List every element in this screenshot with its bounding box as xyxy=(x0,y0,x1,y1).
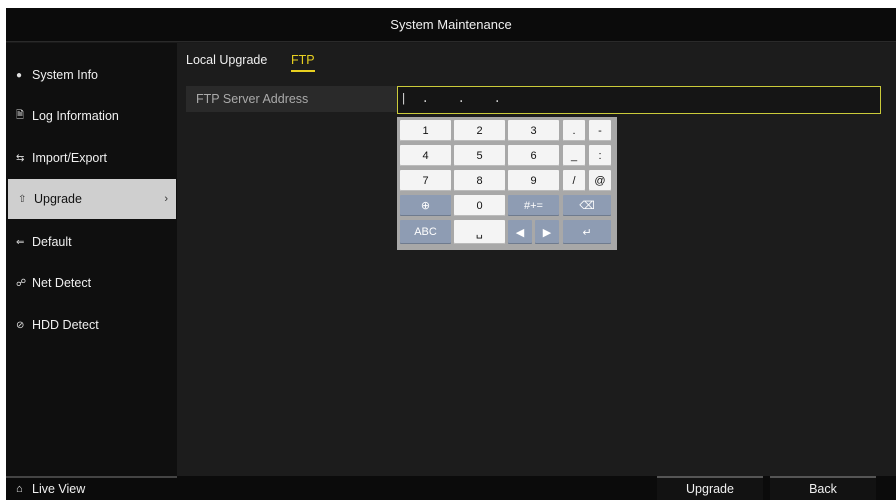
key-9[interactable]: 9 xyxy=(508,170,559,191)
key-abc[interactable]: ABC xyxy=(400,220,451,244)
enter-icon: ↵ xyxy=(582,226,592,239)
home-icon: ⌂ xyxy=(16,483,23,495)
sidebar-item-label: HDD Detect xyxy=(32,318,99,332)
globe-icon: ⊕ xyxy=(420,200,431,212)
key-4[interactable]: 4 xyxy=(400,145,451,166)
key-dot[interactable]: . xyxy=(563,120,585,141)
backspace-icon: ⌫ xyxy=(579,200,595,212)
ftp-server-address-label: FTP Server Address xyxy=(186,86,397,112)
sidebar-item-label: Upgrade xyxy=(34,192,82,206)
hdd-detect-icon: ⊘ xyxy=(16,319,25,331)
ftp-server-address-input[interactable]: | . . . xyxy=(397,86,881,114)
key-at[interactable]: @ xyxy=(589,170,611,191)
arrow-left-icon: ◀ xyxy=(515,226,525,239)
bottom-bar: ⌂ Live View Upgrade Back xyxy=(6,476,896,500)
arrow-right-icon: ▶ xyxy=(542,226,552,239)
key-7[interactable]: 7 xyxy=(400,170,451,191)
key-left[interactable]: ◀ xyxy=(508,220,532,244)
sidebar-item-system-info[interactable]: ● System Info xyxy=(6,55,177,95)
info-dot-icon: ● xyxy=(16,69,23,81)
key-5[interactable]: 5 xyxy=(454,145,505,166)
tab-ftp[interactable]: FTP xyxy=(291,53,315,72)
sidebar-item-upgrade[interactable]: ⇧ Upgrade › xyxy=(8,179,176,219)
key-underscore[interactable]: _ xyxy=(563,145,585,166)
sidebar-item-hdd-detect[interactable]: ⊘ HDD Detect xyxy=(6,305,177,345)
sidebar: ● System Info 🗎 Log Information ⇆ Import… xyxy=(6,43,177,476)
chevron-right-icon: › xyxy=(164,193,168,205)
key-space[interactable]: ␣ xyxy=(454,220,505,244)
onscreen-keypad: 1 2 3 . - 4 5 6 _ : 7 8 9 / @ ⊕ 0 #+= ⌫ xyxy=(397,117,617,250)
sidebar-item-import-export[interactable]: ⇆ Import/Export xyxy=(6,138,177,178)
key-6[interactable]: 6 xyxy=(508,145,559,166)
key-0[interactable]: 0 xyxy=(454,195,505,216)
tab-local-upgrade[interactable]: Local Upgrade xyxy=(186,53,267,70)
back-button[interactable]: Back xyxy=(770,476,876,500)
key-backspace[interactable]: ⌫ xyxy=(563,195,611,216)
live-view-button[interactable]: ⌂ Live View xyxy=(6,476,177,500)
upgrade-icon: ⇧ xyxy=(18,193,27,205)
live-view-label: Live View xyxy=(32,482,86,496)
key-3[interactable]: 3 xyxy=(508,120,559,141)
key-enter[interactable]: ↵ xyxy=(563,220,611,244)
upgrade-button[interactable]: Upgrade xyxy=(657,476,763,500)
key-symbols[interactable]: #+= xyxy=(508,195,559,216)
log-icon: 🗎 xyxy=(16,109,25,121)
key-8[interactable]: 8 xyxy=(454,170,505,191)
import-export-icon: ⇆ xyxy=(16,152,25,164)
window-title: System Maintenance xyxy=(390,17,512,32)
sidebar-item-label: System Info xyxy=(32,68,98,82)
key-dash[interactable]: - xyxy=(589,120,611,141)
sidebar-item-net-detect[interactable]: ☍ Net Detect xyxy=(6,263,177,303)
sidebar-item-label: Default xyxy=(32,235,72,249)
key-slash[interactable]: / xyxy=(563,170,585,191)
key-globe[interactable]: ⊕ xyxy=(400,195,451,216)
sidebar-item-default[interactable]: ⇐ Default xyxy=(6,222,177,262)
space-icon: ␣ xyxy=(476,226,483,239)
sidebar-item-label: Log Information xyxy=(32,109,119,123)
key-right[interactable]: ▶ xyxy=(535,220,559,244)
title-bar: System Maintenance xyxy=(6,8,896,42)
app-window: System Maintenance ● System Info 🗎 Log I… xyxy=(6,8,896,500)
net-detect-icon: ☍ xyxy=(16,277,27,289)
key-colon[interactable]: : xyxy=(589,145,611,166)
key-1[interactable]: 1 xyxy=(400,120,451,141)
main-panel: Local Upgrade FTP FTP Server Address | .… xyxy=(177,43,896,476)
key-2[interactable]: 2 xyxy=(454,120,505,141)
sidebar-item-label: Import/Export xyxy=(32,151,108,165)
sidebar-item-label: Net Detect xyxy=(32,276,92,290)
sidebar-item-log-information[interactable]: 🗎 Log Information xyxy=(6,96,177,136)
default-icon: ⇐ xyxy=(16,236,25,248)
